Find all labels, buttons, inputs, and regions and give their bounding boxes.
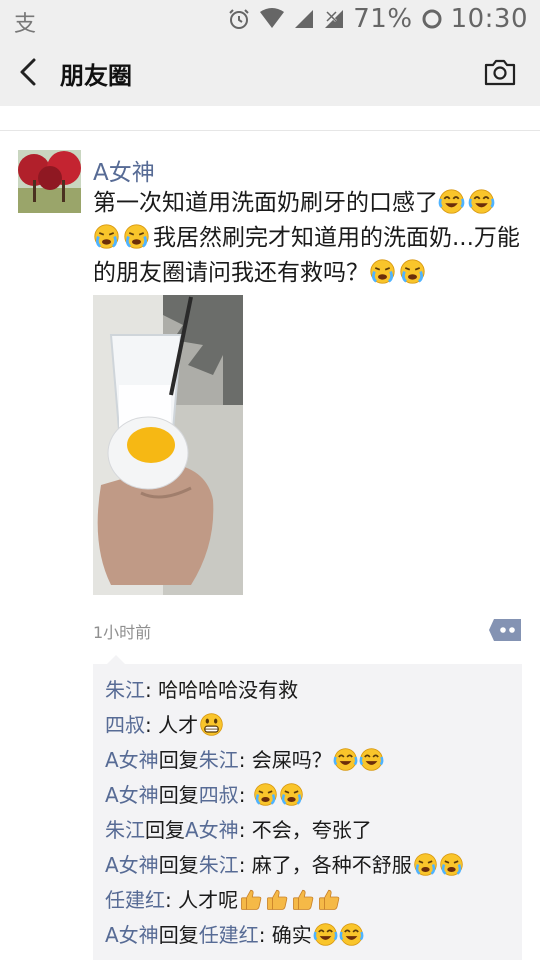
face-with-tears-of-joy-icon xyxy=(438,188,465,215)
comment-row[interactable]: 朱江回复A女神: 不会，夸张了 xyxy=(105,814,372,843)
reply-word: 回复 xyxy=(158,748,199,772)
comment-reply-to[interactable]: 朱江 xyxy=(199,853,239,877)
comment-text: 人才呢 xyxy=(178,888,239,912)
camera-icon[interactable] xyxy=(484,58,516,86)
status-bar-right: 71% 10:30 xyxy=(227,2,528,36)
comment-text: 人才 xyxy=(158,713,199,737)
comment-author[interactable]: A女神 xyxy=(105,748,159,772)
comment-separator: : xyxy=(238,853,252,877)
thumbs-up-icon xyxy=(317,887,342,912)
face-with-tears-of-joy-icon xyxy=(468,188,495,215)
alipay-icon: 支 xyxy=(14,12,37,37)
loudly-crying-face-icon xyxy=(279,782,304,807)
alarm-icon xyxy=(229,9,249,29)
grinning-face-icon xyxy=(199,712,224,737)
comment-separator: : xyxy=(165,888,179,912)
battery-ring-icon xyxy=(422,9,442,29)
comment-author[interactable]: 朱江 xyxy=(105,818,145,842)
comment-reply-to[interactable]: 任建红 xyxy=(199,923,259,947)
comment-author[interactable]: 朱江 xyxy=(105,678,145,702)
loudly-crying-face-icon xyxy=(253,782,278,807)
wifi-icon xyxy=(260,8,285,28)
comment-author[interactable]: A女神 xyxy=(105,923,159,947)
comment-row[interactable]: 四叔: 人才 xyxy=(105,709,224,738)
comment-separator: : xyxy=(145,713,159,737)
comment-text: 会屎吗？ xyxy=(251,748,332,772)
comment-reply-to[interactable]: 朱江 xyxy=(199,748,239,772)
comment-author[interactable]: A女神 xyxy=(105,783,159,807)
thumbs-up-icon xyxy=(265,887,290,912)
comment-text: 不会，夸张了 xyxy=(251,818,372,842)
comment-reply-to[interactable]: 四叔 xyxy=(199,783,239,807)
comment-text: 确实 xyxy=(271,923,312,947)
comment-row[interactable]: A女神回复任建红: 确实 xyxy=(105,919,364,948)
reply-word: 回复 xyxy=(158,783,199,807)
more-actions-icon[interactable] xyxy=(488,618,522,642)
title-bar: 朋友圈 xyxy=(0,38,540,106)
comments-box: 朱江: 哈哈哈哈没有救 四叔: 人才 A女神回复朱江: 会屎吗？ A女神回复四叔… xyxy=(93,655,522,960)
comment-separator: : xyxy=(258,923,272,947)
comment-author[interactable]: 四叔 xyxy=(105,713,145,737)
thumbs-up-icon xyxy=(239,887,264,912)
comment-author[interactable]: 任建红 xyxy=(105,888,165,912)
page-title: 朋友圈 xyxy=(60,62,132,90)
comment-row[interactable]: A女神回复四叔: xyxy=(105,779,304,808)
avatar[interactable] xyxy=(18,150,81,213)
face-with-tears-of-joy-icon xyxy=(359,747,384,772)
comment-author[interactable]: A女神 xyxy=(105,853,159,877)
loudly-crying-face-icon xyxy=(399,258,426,285)
loudly-crying-face-icon xyxy=(123,223,150,250)
signal-no-service-icon xyxy=(325,10,344,28)
comment-reply-to[interactable]: A女神 xyxy=(185,818,239,842)
comment-row[interactable]: A女神回复朱江: 麻了，各种不舒服 xyxy=(105,849,464,878)
face-with-tears-of-joy-icon xyxy=(313,922,338,947)
status-bar: 支 71% 10:30 xyxy=(0,0,540,38)
post-author[interactable]: A女神 xyxy=(93,153,155,187)
comment-text: 麻了，各种不舒服 xyxy=(251,853,412,877)
feed-divider xyxy=(0,130,540,131)
comment-text: 哈哈哈哈没有救 xyxy=(158,678,299,702)
face-with-tears-of-joy-icon xyxy=(333,747,358,772)
loudly-crying-face-icon xyxy=(439,852,464,877)
comment-row[interactable]: 任建红: 人才呢 xyxy=(105,884,342,913)
comment-separator: : xyxy=(238,783,252,807)
post-text-part1: 第一次知道用洗面奶刷牙的口感了 xyxy=(93,190,438,216)
back-arrow-icon[interactable] xyxy=(14,56,44,88)
loudly-crying-face-icon xyxy=(93,223,120,250)
comment-separator: : xyxy=(238,748,252,772)
post-text: 第一次知道用洗面奶刷牙的口感了我居然刷完才知道用的洗面奶...万能的朋友圈请问我… xyxy=(93,186,525,291)
comment-separator: : xyxy=(145,678,159,702)
loudly-crying-face-icon xyxy=(413,852,438,877)
comment-separator: : xyxy=(238,818,252,842)
post-time: 1小时前 xyxy=(93,623,152,642)
clock-time: 10:30 xyxy=(450,4,528,34)
loudly-crying-face-icon xyxy=(369,258,396,285)
post-text-part2: 我居然刷完才知道用的洗面奶...万能的朋友圈请问我还有救吗？ xyxy=(93,225,520,286)
comment-row[interactable]: A女神回复朱江: 会屎吗？ xyxy=(105,744,384,773)
reply-word: 回复 xyxy=(158,853,199,877)
face-with-tears-of-joy-icon xyxy=(339,922,364,947)
battery-percent: 71% xyxy=(353,4,413,34)
reply-word: 回复 xyxy=(158,923,199,947)
thumbs-up-icon xyxy=(291,887,316,912)
reply-word: 回复 xyxy=(145,818,185,842)
post-photo[interactable] xyxy=(93,295,243,595)
signal-icon xyxy=(295,10,314,28)
comment-row[interactable]: 朱江: 哈哈哈哈没有救 xyxy=(105,674,298,703)
